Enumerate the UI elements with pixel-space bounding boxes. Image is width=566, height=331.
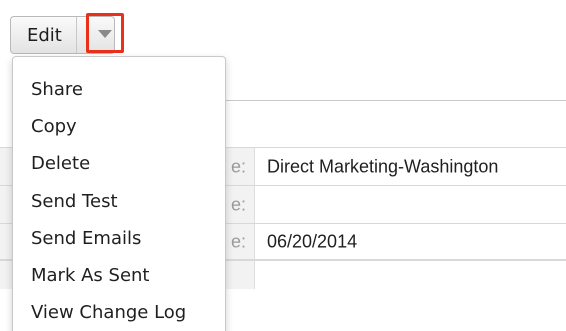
field-label: e: [230, 231, 246, 251]
caret-down-icon [98, 30, 112, 38]
actions-dropdown-menu: Share Copy Delete Send Test Send Emails … [12, 56, 226, 331]
menu-item-copy[interactable]: Copy [31, 116, 77, 137]
field-label: e: [230, 194, 246, 214]
field-value: 06/20/2014 [267, 231, 358, 251]
record-view: e: Direct Marketing-Washington e: e: 06/… [0, 0, 566, 331]
menu-item-view-change-log[interactable]: View Change Log [31, 302, 186, 323]
menu-item-delete[interactable]: Delete [31, 153, 90, 174]
edit-button[interactable]: Edit [11, 17, 76, 53]
field-label: e: [230, 156, 246, 176]
menu-item-share[interactable]: Share [31, 79, 83, 100]
field-value: Direct Marketing-Washington [267, 156, 499, 176]
menu-item-mark-as-sent[interactable]: Mark As Sent [31, 265, 150, 286]
actions-dropdown-button[interactable] [86, 13, 124, 53]
menu-item-send-emails[interactable]: Send Emails [31, 228, 141, 249]
menu-item-send-test[interactable]: Send Test [31, 191, 118, 212]
divider [226, 100, 566, 101]
